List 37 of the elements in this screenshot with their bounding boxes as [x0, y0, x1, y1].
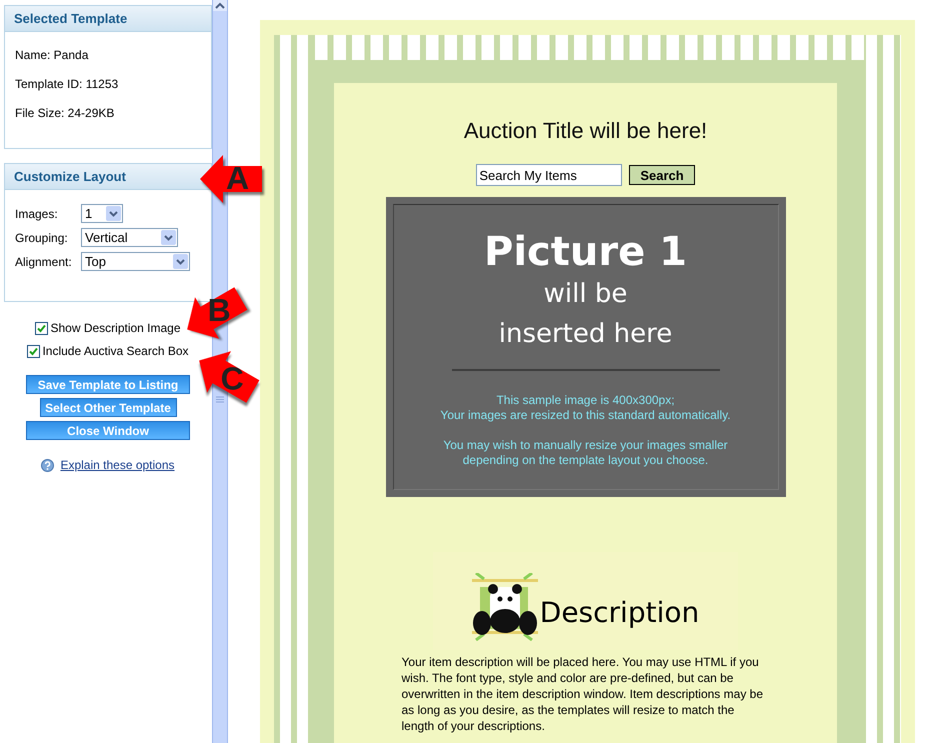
- checkbox[interactable]: [27, 344, 40, 358]
- field-label: Images:: [15, 206, 59, 222]
- dropdown[interactable]: Vertical: [81, 228, 178, 247]
- callout-letter: C: [220, 360, 244, 396]
- chevron-down-icon: [173, 254, 188, 269]
- template-info-text: File Size: 24-29KB: [15, 105, 116, 121]
- dropdown[interactable]: Top: [81, 252, 190, 271]
- panel-header: Selected Template: [5, 6, 211, 32]
- placeholder-note: You may wish to manually resize your images smaller depending on the template layout you choose.: [443, 438, 728, 468]
- field-label: Alignment:: [15, 254, 73, 270]
- chevron-down-icon: [161, 230, 176, 245]
- help-icon: [41, 458, 54, 472]
- scroll-grip-icon: [216, 396, 224, 403]
- description-text: Your item description will be placed here. You may use HTML if you wish. The font type, style and color are pre-defined, but can be overwritten in the item description window. Item descriptions may be as long as you desire, as the templates will resize to match the length of your descriptions.: [402, 654, 764, 734]
- description-heading: Description: [540, 595, 700, 631]
- field-label: Grouping:: [15, 230, 69, 246]
- template-info-text: Template ID: 11253: [15, 76, 120, 92]
- callout-letter: A: [226, 160, 250, 196]
- dropdown[interactable]: 1: [81, 204, 123, 223]
- scroll-up-icon[interactable]: [213, 0, 227, 11]
- auction-title: Auction Title will be here!: [464, 118, 708, 144]
- template-info-text: Name: Panda: [15, 47, 90, 63]
- panda-icon: [472, 573, 538, 641]
- checkbox-label: Include Auctiva Search Box: [42, 343, 189, 360]
- panel-header: Customize Layout: [5, 164, 211, 190]
- checkbox-label: Show Description Image: [50, 320, 181, 337]
- placeholder-text: will be: [544, 278, 628, 311]
- placeholder-note: This sample image is 400x300px; Your images are resized to this standard automatically.: [440, 393, 731, 423]
- checkbox[interactable]: [35, 322, 48, 334]
- help-link[interactable]: Explain these options: [60, 456, 175, 474]
- search-field[interactable]: Search My Items: [476, 164, 622, 186]
- chevron-down-icon: [106, 206, 121, 221]
- search-button[interactable]: Search: [629, 165, 695, 185]
- placeholder-text: inserted here: [498, 318, 672, 351]
- callout-letter: B: [208, 292, 231, 328]
- arrow-callout: [200, 155, 262, 203]
- placeholder-text: Picture 1: [484, 230, 687, 274]
